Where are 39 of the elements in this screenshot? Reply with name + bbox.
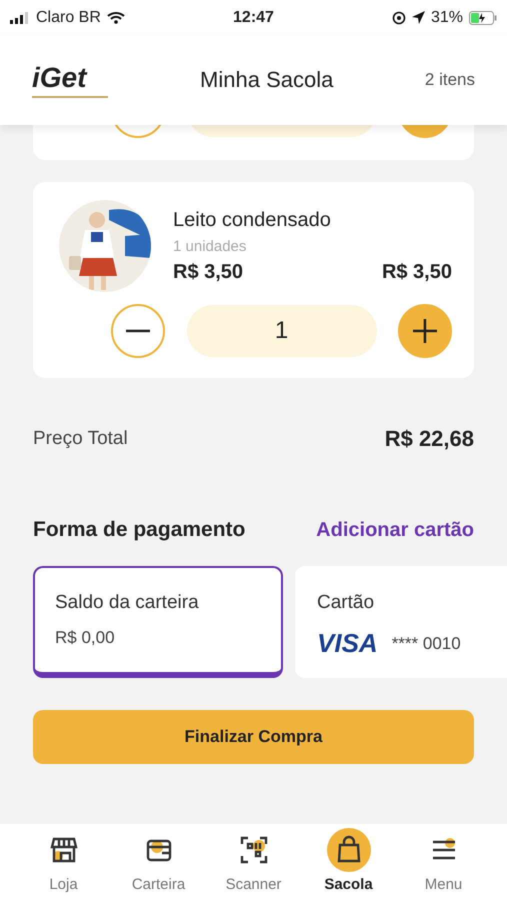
signal-icon	[10, 12, 30, 24]
checkout-button[interactable]: Finalizar Compra	[33, 710, 474, 764]
unit-price: R$ 3,50	[173, 260, 244, 284]
wifi-icon	[106, 11, 125, 24]
app-logo: iGet	[32, 62, 108, 98]
product-units: 1 unidades	[173, 238, 248, 254]
nav-tab[interactable]: Loja	[24, 828, 104, 900]
total-value: R$ 22,68	[384, 426, 474, 452]
location-arrow-icon	[412, 11, 425, 24]
card-brand-logo: VISA	[317, 628, 378, 659]
quantity-field[interactable]: 1	[186, 305, 376, 357]
payment-option[interactable]: Saldo da carteira R$ 0,00	[33, 566, 283, 678]
increase-button[interactable]	[398, 304, 452, 358]
nav-tab[interactable]: Carteira	[118, 828, 198, 900]
nav-tab[interactable]: Scanner	[214, 828, 294, 900]
payment-title: Saldo da carteira	[55, 592, 200, 614]
carrier-name: Claro BR	[36, 8, 101, 26]
clock-time: 12:47	[233, 8, 274, 26]
payment-option[interactable]: Cartão VISA **** 0010	[295, 566, 507, 678]
card-number: **** 0010	[392, 634, 461, 654]
battery-icon	[468, 10, 497, 24]
qr-scanner-icon	[238, 835, 268, 865]
nav-tab[interactable]: Menu	[404, 828, 484, 900]
nav-tab[interactable]: Sacola	[308, 828, 388, 900]
total-label: Preço Total	[33, 428, 128, 450]
battery-percent: 31%	[430, 8, 463, 26]
page-title: Minha Sacola	[200, 67, 334, 93]
plus-icon	[413, 319, 437, 343]
add-card-link[interactable]: Adicionar cartão	[316, 518, 474, 542]
decrease-button[interactable]	[111, 304, 165, 358]
store-icon	[48, 835, 78, 865]
wallet-balance: R$ 0,00	[55, 628, 116, 648]
total-price: R$ 3,50	[382, 260, 452, 284]
payment-title: Cartão	[317, 592, 376, 614]
item-count: 2 itens	[424, 70, 475, 90]
orientation-lock-icon	[392, 10, 406, 24]
product-name: Leito condensado	[173, 208, 332, 232]
payment-heading: Forma de pagamento	[33, 518, 246, 542]
minus-icon	[126, 329, 150, 333]
